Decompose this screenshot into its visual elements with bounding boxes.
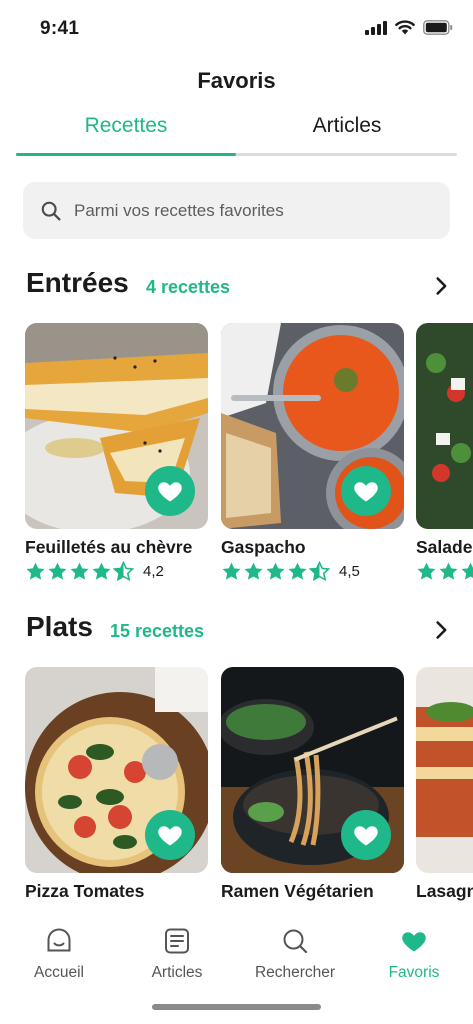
search-input[interactable]: Parmi vos recettes favorites <box>23 182 450 239</box>
article-icon <box>165 928 189 954</box>
heart-icon <box>156 477 184 505</box>
recipe-image <box>221 323 404 529</box>
heart-icon <box>402 932 426 952</box>
nav-rechercher[interactable]: Rechercher <box>236 924 354 982</box>
rating-value: 4,2 <box>143 563 164 580</box>
section-title: Plats <box>26 611 93 642</box>
favorite-button[interactable] <box>145 810 195 860</box>
tab-articles[interactable]: Articles <box>237 108 457 154</box>
recipe-card[interactable]: Ramen Végétarien <box>221 667 404 901</box>
recipe-image <box>416 667 473 873</box>
chevron-right-icon[interactable] <box>426 269 456 303</box>
home-indicator <box>152 1004 321 1010</box>
heart-icon <box>352 821 380 849</box>
tab-active-indicator <box>16 153 236 156</box>
recipe-image <box>221 667 404 873</box>
status-time: 9:41 <box>40 18 80 39</box>
recipe-card[interactable]: Salade <box>416 323 473 529</box>
recipe-name: Pizza Tomates <box>25 881 145 901</box>
rating-value: 4,5 <box>339 563 360 580</box>
recipe-card[interactable]: Gaspacho 4,5 <box>221 323 404 529</box>
tab-recettes[interactable]: Recettes <box>16 108 236 154</box>
favorite-button[interactable] <box>341 466 391 516</box>
recipe-name: Ramen Végétarien <box>221 881 374 901</box>
rating: 4,2 <box>25 561 164 582</box>
section-count: 4 recettes <box>146 277 231 297</box>
section-title: Entrées <box>26 267 129 298</box>
carousel-entrees[interactable]: Feuilletés au chèvre 4,2 Gaspacho 4,5 Sa… <box>25 323 473 588</box>
recipe-name: Gaspacho <box>221 537 306 557</box>
section-header-plats: Plats 15 recettes <box>26 611 456 651</box>
nav-label: Accueil <box>34 964 84 981</box>
recipe-name: Feuilletés au chèvre <box>25 537 193 557</box>
section-header-entrees: Entrées 4 recettes <box>26 267 456 307</box>
face-icon <box>47 928 71 952</box>
recipe-image <box>416 323 473 529</box>
recipe-card[interactable]: Lasagne <box>416 667 473 901</box>
nav-articles[interactable]: Articles <box>118 924 236 982</box>
page-title: Favoris <box>197 68 276 93</box>
status-bar: 9:41 <box>0 0 473 58</box>
recipe-card[interactable]: Feuilletés au chèvre 4,2 <box>25 323 208 529</box>
recipe-image <box>25 667 208 873</box>
wifi-icon <box>395 20 415 35</box>
rating: 4,5 <box>221 561 360 582</box>
search-icon <box>283 929 308 954</box>
heart-icon <box>156 821 184 849</box>
section-count: 15 recettes <box>110 621 205 641</box>
favorite-button[interactable] <box>341 810 391 860</box>
status-icons <box>365 20 453 35</box>
chevron-right-icon[interactable] <box>426 613 456 647</box>
carousel-plats[interactable]: Pizza Tomates Ramen Végétarien Lasagn <box>25 667 473 912</box>
heart-icon <box>352 477 380 505</box>
nav-label: Rechercher <box>254 964 336 981</box>
nav-label: Articles <box>151 964 203 981</box>
search-icon <box>41 201 61 221</box>
recipe-name: Lasagne <box>416 881 473 901</box>
recipe-card[interactable]: Pizza Tomates <box>25 667 208 901</box>
recipe-image <box>25 323 208 529</box>
search-placeholder: Parmi vos recettes favorites <box>74 200 284 220</box>
rating <box>416 561 473 582</box>
favorite-button[interactable] <box>145 466 195 516</box>
nav-favoris[interactable]: Favoris <box>355 924 473 982</box>
tab-bar-top: Recettes Articles <box>16 108 457 158</box>
signal-icon <box>365 20 387 35</box>
battery-icon <box>423 20 453 35</box>
nav-accueil[interactable]: Accueil <box>0 924 118 982</box>
nav-label: Favoris <box>388 964 440 981</box>
recipe-name: Salade <box>416 537 473 557</box>
